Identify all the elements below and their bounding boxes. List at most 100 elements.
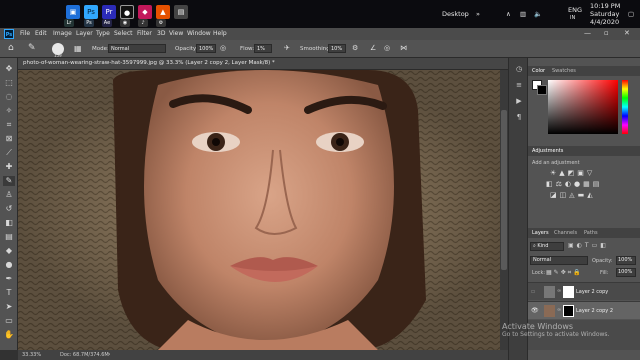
- layer-name[interactable]: Layer 2 copy: [576, 289, 608, 295]
- type-tool-icon[interactable]: T: [3, 288, 15, 298]
- brave-icon[interactable]: ▲: [156, 5, 170, 19]
- smoothing-options-icon[interactable]: ⚙: [352, 44, 358, 52]
- menu-3d[interactable]: 3D: [157, 30, 165, 37]
- lr-icon[interactable]: Lr: [64, 19, 74, 27]
- hue-slider[interactable]: [622, 80, 628, 134]
- menu-view[interactable]: View: [169, 30, 183, 37]
- chevron-up-icon[interactable]: ∧: [506, 10, 511, 18]
- background-color-swatch[interactable]: [537, 85, 547, 95]
- brush-tool-icon[interactable]: ✎: [28, 43, 36, 53]
- flow-field[interactable]: 1%: [254, 44, 272, 53]
- network-icon[interactable]: ▥: [520, 10, 526, 18]
- pen-tool-icon[interactable]: ✒: [3, 274, 15, 284]
- visibility-hidden-icon[interactable]: ▫: [531, 288, 535, 295]
- menu-help[interactable]: Help: [213, 30, 227, 37]
- mode-select[interactable]: Normal: [108, 44, 166, 53]
- brush-tool-icon[interactable]: ✎: [3, 176, 15, 186]
- tab-color[interactable]: Color: [532, 68, 545, 74]
- eye-icon[interactable]: 👁: [531, 307, 539, 314]
- doc-size[interactable]: Doc: 68.7M/374.6M: [60, 352, 109, 358]
- layer-mask-thumbnail[interactable]: [563, 305, 574, 317]
- angle-icon[interactable]: ∠: [370, 44, 376, 52]
- layer-opacity-field[interactable]: 100%: [616, 256, 636, 265]
- smoothing-field[interactable]: 10%: [328, 44, 346, 53]
- chain-link-icon[interactable]: ∞: [557, 307, 561, 313]
- lasso-tool-icon[interactable]: ◌: [3, 92, 15, 102]
- menu-window[interactable]: Window: [187, 30, 211, 37]
- language-indicator[interactable]: ENG: [568, 6, 582, 14]
- hand-tool-icon[interactable]: ✋: [3, 330, 15, 340]
- adjustment-icons-row-2[interactable]: ◧⚖◐●▦▤: [546, 180, 602, 188]
- eraser-tool-icon[interactable]: ◧: [3, 218, 15, 228]
- brush-settings-icon[interactable]: ▦: [74, 44, 82, 53]
- chevron-right-icon[interactable]: »: [476, 10, 480, 18]
- record-icon[interactable]: ●: [120, 5, 134, 19]
- layer-filter-icons[interactable]: ▣◐T▭◧: [568, 242, 609, 249]
- layer-row-selected[interactable]: 👁 ∞ Layer 2 copy 2: [528, 301, 640, 319]
- menu-layer[interactable]: Layer: [76, 30, 93, 37]
- scrollbar-thumb[interactable]: [501, 110, 507, 270]
- tab-adjustments[interactable]: Adjustments: [532, 148, 563, 154]
- layer-mask-thumbnail[interactable]: [563, 286, 574, 298]
- ps-mini-icon[interactable]: Ps: [84, 19, 94, 27]
- ae-icon[interactable]: Ae: [102, 19, 112, 27]
- layer-name[interactable]: Layer 2 copy 2: [576, 308, 613, 314]
- actions-panel-icon[interactable]: ▶: [514, 96, 524, 106]
- frame-tool-icon[interactable]: ⊠: [3, 134, 15, 144]
- airbrush-icon[interactable]: ✈: [284, 44, 290, 52]
- document-canvas[interactable]: [18, 70, 508, 350]
- marquee-tool-icon[interactable]: ⬚: [3, 78, 15, 88]
- notifications-icon[interactable]: ▢: [628, 10, 634, 18]
- paragraph-panel-icon[interactable]: ¶: [514, 112, 524, 122]
- close-icon[interactable]: ✕: [624, 29, 630, 37]
- vertical-scrollbar[interactable]: [500, 70, 508, 350]
- opacity-field[interactable]: 100%: [196, 44, 216, 53]
- color-field[interactable]: [548, 80, 618, 134]
- eyedropper-tool-icon[interactable]: ⟋: [3, 148, 15, 158]
- dodge-tool-icon[interactable]: ●: [3, 260, 15, 270]
- app-icon[interactable]: ◆: [138, 5, 152, 19]
- settings-icon[interactable]: ⚙: [156, 19, 166, 27]
- minimize-icon[interactable]: —: [584, 29, 591, 37]
- menu-filter[interactable]: Filter: [137, 30, 152, 37]
- photoshop-taskbar-icon[interactable]: Ps: [84, 5, 98, 19]
- document-tab[interactable]: photo-of-woman-wearing-straw-hat-3597999…: [18, 58, 508, 70]
- symmetry-icon[interactable]: ⋈: [400, 44, 407, 52]
- menu-image[interactable]: Image: [53, 30, 72, 37]
- home-icon[interactable]: ⌂: [8, 43, 14, 53]
- layer-row[interactable]: ▫ ∞ Layer 2 copy: [528, 282, 640, 300]
- pressure-size-icon[interactable]: ◎: [384, 44, 390, 52]
- desktop-toolbar-label[interactable]: Desktop: [442, 10, 469, 18]
- audio-icon[interactable]: ♪: [138, 19, 148, 27]
- tab-channels[interactable]: Channels: [554, 230, 577, 236]
- tab-paths[interactable]: Paths: [584, 230, 598, 236]
- history-brush-tool-icon[interactable]: ↺: [3, 204, 15, 214]
- clone-stamp-tool-icon[interactable]: ♙: [3, 190, 15, 200]
- layer-filter-kind[interactable]: ⌕ Kind: [530, 242, 564, 251]
- pressure-opacity-icon[interactable]: ◎: [220, 44, 226, 52]
- properties-panel-icon[interactable]: ≡: [514, 80, 524, 90]
- menu-type[interactable]: Type: [96, 30, 110, 37]
- gradient-tool-icon[interactable]: ▤: [3, 232, 15, 242]
- menu-select[interactable]: Select: [114, 30, 133, 37]
- fill-field[interactable]: 100%: [616, 268, 636, 277]
- chain-link-icon[interactable]: ∞: [557, 288, 561, 294]
- status-menu-chevron-icon[interactable]: ›: [108, 351, 110, 358]
- menu-file[interactable]: File: [20, 30, 30, 37]
- blur-tool-icon[interactable]: ◆: [3, 246, 15, 256]
- tab-layers[interactable]: Layers: [532, 230, 549, 236]
- file-explorer-icon[interactable]: ▣: [66, 5, 80, 19]
- premiere-icon[interactable]: Pr: [102, 5, 116, 19]
- crop-tool-icon[interactable]: ⌗: [3, 120, 15, 130]
- path-select-tool-icon[interactable]: ➤: [3, 302, 15, 312]
- tab-swatches[interactable]: Swatches: [552, 68, 576, 74]
- volume-icon[interactable]: 🔈: [534, 10, 542, 18]
- zoom-level[interactable]: 33.33%: [22, 352, 41, 358]
- maximize-icon[interactable]: ▫: [604, 29, 609, 37]
- obs-icon[interactable]: ◉: [120, 19, 130, 27]
- adjustment-icons-row-1[interactable]: ☀▲◩▣▽: [550, 169, 595, 177]
- adjustment-icons-row-3[interactable]: ◪◫◬▬◭: [550, 191, 596, 199]
- menu-edit[interactable]: Edit: [35, 30, 47, 37]
- folder-icon[interactable]: ▤: [174, 5, 188, 19]
- lock-icons[interactable]: ▦✎✥⌗🔒: [546, 269, 583, 277]
